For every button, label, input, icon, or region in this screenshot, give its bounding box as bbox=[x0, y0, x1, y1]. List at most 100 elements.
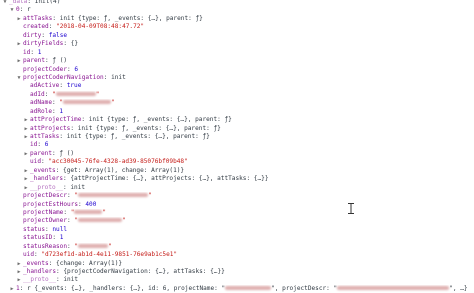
tree-row-content: 1: r {_events: {…}, _handlers: {…}, id: … bbox=[16, 285, 468, 293]
devtools-console-object-tree: ▼ _data: Init(4) ▼ 0: r ▶ attTasks: init {typ… bbox=[0, 0, 474, 293]
key-separator: : bbox=[30, 48, 38, 56]
key-separator: : bbox=[44, 90, 53, 98]
triangle-right-icon[interactable]: ▶ bbox=[23, 150, 29, 158]
property-key: attProjects bbox=[30, 124, 71, 132]
key-separator: : bbox=[37, 141, 45, 149]
tree-row-content: projectOwner: " " bbox=[23, 217, 126, 225]
tree-row[interactable]: ▶ parent: ƒ () bbox=[0, 150, 474, 158]
property-value: ƒ () bbox=[52, 57, 68, 65]
redacted-value bbox=[337, 285, 450, 290]
tree-row[interactable]: ▶ parent: ƒ () bbox=[0, 57, 474, 65]
property-key: uid bbox=[30, 158, 42, 166]
triangle-right-icon[interactable]: ▶ bbox=[16, 57, 22, 65]
property-value: " bbox=[108, 242, 112, 250]
property-key: attTasks bbox=[23, 14, 53, 22]
triangle-right-icon[interactable]: ▶ bbox=[16, 15, 22, 23]
property-key: adName bbox=[30, 99, 53, 107]
tree-row[interactable]: ▼ projectCoderNavigation: init bbox=[0, 74, 474, 82]
property-value: init bbox=[63, 276, 79, 284]
property-value: " bbox=[122, 217, 126, 225]
property-value: true bbox=[66, 82, 82, 90]
tree-row-content: parent: ƒ () bbox=[30, 150, 74, 158]
tree-row[interactable]: ▶ dirtyFields: {} bbox=[0, 40, 474, 48]
property-key: projectCoder bbox=[23, 65, 68, 73]
property-value: "d723ef1d-ab1d-4e11-9851-76e9ab1c5e1" bbox=[41, 251, 178, 259]
key-separator: : bbox=[41, 31, 49, 39]
key-separator: : bbox=[59, 133, 67, 140]
key-separator: : bbox=[19, 284, 28, 292]
tree-row-content: adActive: true bbox=[30, 82, 81, 90]
property-key: status bbox=[23, 225, 46, 233]
tree-row[interactable]: ▶ __proto__: init bbox=[0, 184, 474, 192]
property-value: 6 bbox=[44, 141, 49, 149]
redacted-value bbox=[78, 218, 123, 223]
tree-row-content: attTasks: init {type: ƒ, _events: {…}, p… bbox=[23, 15, 203, 23]
tree-row[interactable]: ▶ 1: r {_events: {…}, _handlers: {…}, id:… bbox=[0, 285, 474, 293]
key-separator: : bbox=[55, 166, 64, 174]
property-key: parent bbox=[23, 57, 46, 65]
triangle-right-icon[interactable]: ▶ bbox=[23, 116, 29, 124]
tree-row[interactable]: ▶ __proto__: init bbox=[0, 276, 474, 284]
triangle-right-icon[interactable]: ▶ bbox=[23, 167, 29, 175]
property-key: __proto__ bbox=[23, 276, 57, 284]
triangle-right-icon[interactable]: ▶ bbox=[23, 175, 29, 183]
property-key: projectOwner bbox=[23, 217, 68, 225]
key-separator: : bbox=[63, 40, 71, 48]
tree-row-content: uid: "acc30045-76fe-4328-ad39-85076bf09b… bbox=[30, 158, 188, 166]
triangle-down-icon[interactable]: ▼ bbox=[9, 6, 15, 14]
key-separator: : bbox=[81, 116, 89, 124]
property-value: init {type: ƒ, _events: {…}, parent: ƒ} bbox=[59, 14, 203, 22]
property-key: projectName bbox=[23, 208, 64, 216]
property-value: " bbox=[102, 208, 107, 216]
property-value: init {type: ƒ, _events: {…}, parent: ƒ} bbox=[77, 124, 221, 132]
tree-row[interactable]: ▶ attTasks: init {type: ƒ, _events: {…}, … bbox=[0, 15, 474, 23]
tree-row[interactable]: ▶ attProjectTime: init {type: ƒ, _events:… bbox=[0, 116, 474, 124]
tree-row[interactable]: ▶ _events: {change: Array(1)} bbox=[0, 260, 474, 268]
tree-row-content: parent: ƒ () bbox=[23, 57, 67, 65]
tree-row[interactable]: ▶ _handlers: {projectCoderNavigation: {…}… bbox=[0, 268, 474, 276]
key-separator: : bbox=[103, 73, 112, 81]
triangle-right-icon[interactable]: ▶ bbox=[16, 260, 22, 268]
property-value: " bbox=[95, 90, 100, 98]
triangle-right-icon[interactable]: ▶ bbox=[9, 285, 15, 293]
tree-row[interactable]: ▶ attProjects: init {type: ƒ, _events: {…… bbox=[0, 125, 474, 133]
tree-row: uid: "acc30045-76fe-4328-ad39-85076bf09b… bbox=[0, 158, 474, 166]
property-value: {attProjectTime: {…}, attProjects: {…}, … bbox=[70, 175, 269, 183]
tree-row: adRole: 1 bbox=[0, 108, 474, 116]
tree-row[interactable]: ▶ _handlers: {attProjectTime: {…}, attPro… bbox=[0, 175, 474, 183]
tree-row[interactable]: ▶ attTasks: init {type: ƒ, _events: {…}, … bbox=[0, 133, 474, 141]
property-value: "2018-04-09T08:48:47.72" bbox=[56, 23, 145, 31]
property-value: init {type: ƒ, _events: {…}, parent: ƒ} bbox=[88, 116, 232, 124]
triangle-right-icon[interactable]: ▶ bbox=[23, 184, 29, 192]
tree-row-content: _events: {change: Array(1)} bbox=[23, 260, 122, 268]
redacted-value bbox=[78, 193, 149, 198]
triangle-right-icon[interactable]: ▶ bbox=[16, 40, 22, 48]
property-key: statusID bbox=[23, 234, 53, 242]
tree-row[interactable]: ▼ 0: r bbox=[0, 6, 474, 14]
tree-row[interactable]: ▶ _events: {get: Array(1), change: Array(… bbox=[0, 167, 474, 175]
tree-row-content: statusID: 1 bbox=[23, 234, 63, 242]
tree-row: projectEstHours: 400 bbox=[0, 201, 474, 209]
tree-row-content: dirtyFields: {} bbox=[23, 40, 78, 48]
tree-row: dirty: false bbox=[0, 32, 474, 40]
redacted-value bbox=[225, 285, 272, 290]
triangle-down-icon[interactable]: ▼ bbox=[16, 74, 22, 82]
triangle-right-icon[interactable]: ▶ bbox=[23, 125, 29, 133]
tree-row-content: adName: " " bbox=[30, 99, 115, 107]
triangle-right-icon[interactable]: ▶ bbox=[23, 133, 29, 141]
tree-row: projectCoder: 6 bbox=[0, 66, 474, 74]
property-value: r {_events: {…}, _handlers: {…}, id: 6, … bbox=[27, 284, 226, 292]
tree-row: adActive: true bbox=[0, 82, 474, 90]
tree-row-content: adId: " " bbox=[30, 91, 99, 99]
property-value: " bbox=[111, 99, 115, 107]
tree-row-content: adRole: 1 bbox=[30, 108, 63, 116]
property-key: parent bbox=[30, 149, 53, 157]
triangle-right-icon[interactable]: ▶ bbox=[16, 276, 22, 284]
property-value: init {type: ƒ, _events: {…}, parent: ƒ} bbox=[66, 133, 210, 140]
triangle-right-icon[interactable]: ▶ bbox=[16, 268, 22, 276]
property-key: dirty bbox=[23, 31, 42, 39]
redacted-value bbox=[63, 100, 112, 105]
property-key: created bbox=[23, 23, 49, 31]
property-value: init bbox=[70, 183, 86, 191]
property-key: projectCoderNavigation bbox=[23, 73, 104, 81]
